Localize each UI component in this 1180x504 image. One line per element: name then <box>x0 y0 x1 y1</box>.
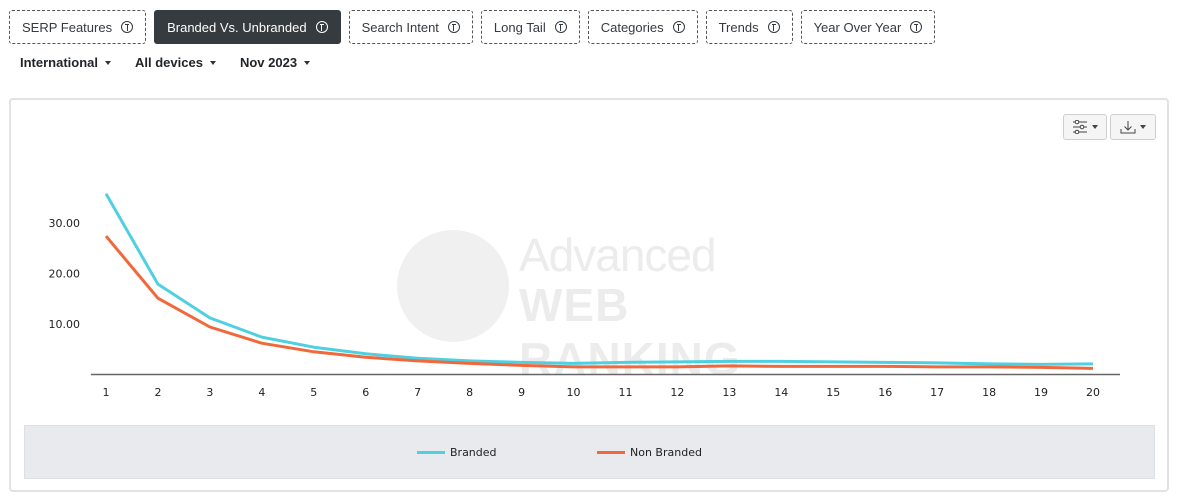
series-line-branded[interactable] <box>104 192 1094 366</box>
x-tick-label: 4 <box>258 386 265 399</box>
caret-down-icon <box>209 60 216 65</box>
y-tick-label: 10.00 <box>49 318 81 331</box>
x-tick-label: 5 <box>310 386 317 399</box>
x-tick-label: 3 <box>206 386 213 399</box>
chart-panel: Advanced WEB RANKING 10.00 20.00 30.00 123… <box>9 98 1169 492</box>
tab-serp-features[interactable]: SERP Features <box>9 10 147 44</box>
x-tick-label: 12 <box>670 386 684 399</box>
tab-label: Trends <box>718 19 759 35</box>
device-label: All devices <box>135 55 203 70</box>
line-chart: 10.0020.0030.00 1 2 3 4 5 6 7 8 9 10 11 12 13 14 15 16 1… <box>49 192 1120 399</box>
x-tick-label: 6 <box>362 386 369 399</box>
x-tick-label: 10 <box>567 386 581 399</box>
x-tick-label: 15 <box>826 386 840 399</box>
x-tick-label: 14 <box>774 386 788 399</box>
info-icon[interactable] <box>910 21 923 33</box>
info-icon[interactable] <box>672 21 685 33</box>
filters-bar: International All devices Nov 2023 <box>20 55 311 70</box>
series-line-non-branded[interactable] <box>104 235 1094 370</box>
y-axis-ticks: 10.00 20.00 30.00 <box>49 217 81 331</box>
info-icon[interactable] <box>767 21 780 33</box>
tab-branded-vs-unbranded[interactable]: Branded Vs. Unbranded <box>154 10 341 44</box>
x-tick-label: 13 <box>722 386 736 399</box>
y-tick-label: 30.00 <box>49 217 81 230</box>
x-tick-label: 20 <box>1086 386 1100 399</box>
x-tick-label: 1 <box>103 386 110 399</box>
report-tabs: SERP Features Branded Vs. Unbranded Sear… <box>9 10 936 44</box>
tab-trends[interactable]: Trends <box>705 10 793 44</box>
caret-down-icon <box>105 60 112 65</box>
tab-label: Long Tail <box>493 19 546 35</box>
legend-label: Branded <box>450 446 497 459</box>
x-tick-label: 11 <box>618 386 632 399</box>
location-label: International <box>20 55 99 70</box>
legend-swatch <box>597 451 625 454</box>
tab-year-over-year[interactable]: Year Over Year <box>800 10 936 44</box>
info-icon[interactable] <box>315 21 328 33</box>
x-tick-label: 18 <box>982 386 996 399</box>
tab-label: Search Intent <box>361 19 439 35</box>
chart-legend: Branded Non Branded <box>24 425 1155 479</box>
series-group <box>104 192 1094 370</box>
location-dropdown[interactable]: International <box>20 55 112 70</box>
x-tick-label: 19 <box>1034 386 1048 399</box>
x-tick-label: 16 <box>878 386 892 399</box>
legend-label: Non Branded <box>630 446 702 459</box>
tab-label: Year Over Year <box>813 19 902 35</box>
date-label: Nov 2023 <box>239 55 298 70</box>
date-dropdown[interactable]: Nov 2023 <box>239 55 311 70</box>
x-tick-label: 9 <box>518 386 525 399</box>
device-dropdown[interactable]: All devices <box>135 55 216 70</box>
tab-long-tail[interactable]: Long Tail <box>480 10 580 44</box>
x-axis-ticks: 1 2 3 4 5 6 7 8 9 10 11 12 13 14 15 16 17 18 19 20 <box>103 386 1101 399</box>
tab-label: Branded Vs. Unbranded <box>167 19 307 35</box>
info-icon[interactable] <box>554 21 567 33</box>
y-tick-label: 20.00 <box>49 268 81 281</box>
info-icon[interactable] <box>447 21 460 33</box>
caret-down-icon <box>304 60 311 65</box>
tab-label: Categories <box>600 19 664 35</box>
tab-search-intent[interactable]: Search Intent <box>348 10 473 44</box>
legend-swatch <box>417 451 445 454</box>
x-tick-label: 2 <box>154 386 161 399</box>
x-tick-label: 17 <box>930 386 944 399</box>
info-icon[interactable] <box>121 21 134 33</box>
tab-label: SERP Features <box>22 19 113 35</box>
x-tick-label: 7 <box>414 386 421 399</box>
x-tick-label: 8 <box>466 386 473 399</box>
tab-categories[interactable]: Categories <box>587 10 698 44</box>
legend-item-branded[interactable]: Branded <box>417 446 497 459</box>
legend-item-non-branded[interactable]: Non Branded <box>597 446 702 459</box>
